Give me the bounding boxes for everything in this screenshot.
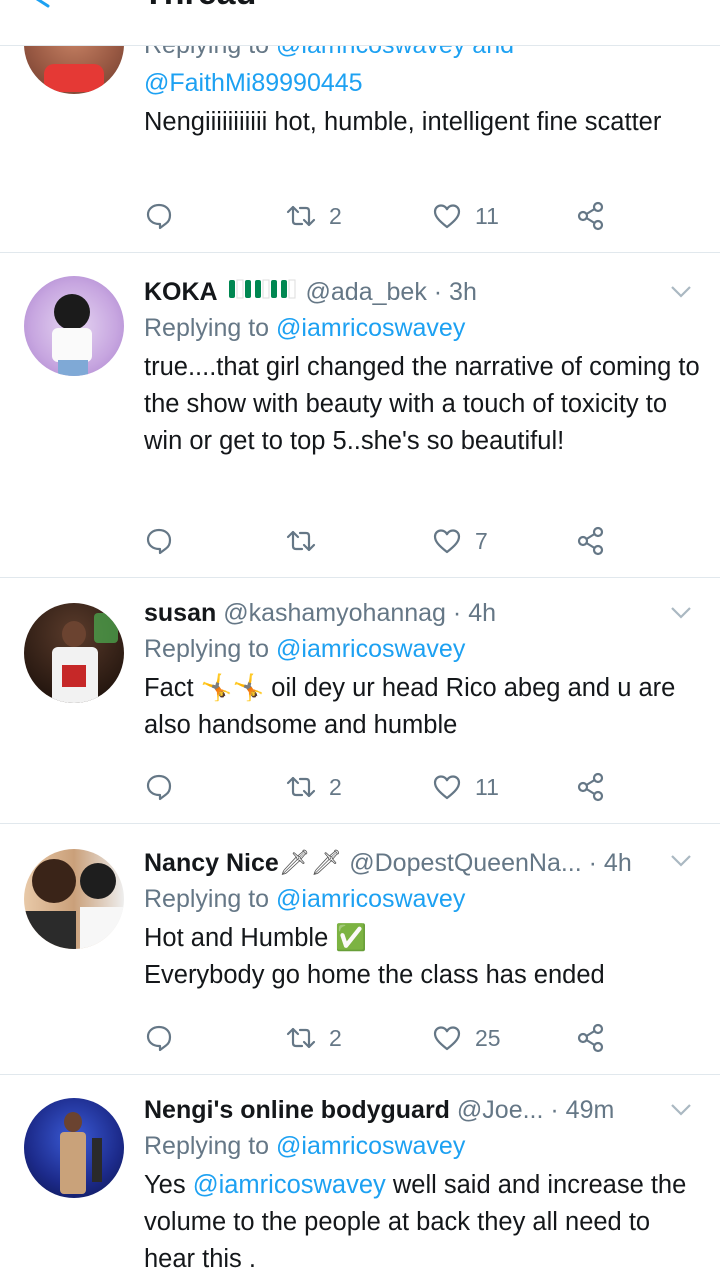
chevron-down-icon[interactable] (670, 285, 692, 299)
tweet-actions: 2 11 (144, 198, 614, 234)
like-icon (433, 529, 461, 554)
tweet-actions: 7 (144, 523, 614, 559)
retweet-button[interactable]: 2 (286, 769, 342, 805)
tweet-actions: 2 11 (144, 769, 614, 805)
replying-to: Replying to @iamricoswavey and (144, 46, 700, 64)
replying-to: Replying to @iamricoswavey (144, 885, 466, 913)
replying-to: Replying to @iamricoswavey (144, 1132, 466, 1160)
user-handle[interactable]: @Joe... (457, 1096, 544, 1124)
retweet-icon (286, 205, 316, 227)
retweet-icon (286, 1027, 316, 1049)
share-button[interactable] (576, 1020, 606, 1056)
chevron-down-icon[interactable] (670, 854, 692, 868)
like-button[interactable]: 25 (432, 1020, 501, 1056)
tweet-text: true....that girl changed the narrative … (144, 353, 700, 455)
tweet-header: KOKA @ada_bek · 3h (144, 275, 700, 309)
tweet[interactable]: Replying to @iamricoswavey and @FaithMi8… (0, 46, 720, 253)
tweet[interactable]: KOKA @ada_bek · 3h Replying to @iamricos… (0, 253, 720, 578)
replying-to: Replying to @iamricoswavey (144, 635, 466, 663)
tweet-text: Hot and Humble ✅ Everybody go home the c… (144, 924, 605, 989)
share-icon (577, 526, 604, 556)
like-count: 7 (475, 527, 488, 554)
tweet-actions: 2 25 (144, 1020, 614, 1056)
reply-icon (146, 774, 172, 801)
tweet-header: Nengi's online bodyguard @Joe... · 49m (144, 1093, 700, 1127)
chevron-down-icon[interactable] (670, 606, 692, 620)
page-title: Thread (143, 0, 256, 13)
share-icon (577, 201, 604, 231)
reply-icon (146, 528, 172, 555)
share-button[interactable] (576, 523, 606, 559)
back-arrow-icon[interactable] (30, 0, 52, 8)
like-button[interactable]: 11 (432, 769, 499, 805)
like-icon (433, 204, 461, 229)
avatar[interactable] (24, 46, 124, 94)
timestamp: · 4h (588, 849, 632, 877)
display-name[interactable]: Nancy Nice (144, 849, 279, 877)
like-count: 11 (475, 773, 499, 800)
reply-button[interactable] (144, 198, 174, 234)
display-name[interactable]: Nengi's online bodyguard (144, 1096, 450, 1124)
mention-link[interactable]: @FaithMi89990445 (144, 69, 363, 97)
dagger-emoji: 🗡🗡 (278, 849, 343, 877)
reply-button[interactable] (144, 523, 174, 559)
share-button[interactable] (576, 769, 606, 805)
replying-to-second: @FaithMi89990445 (144, 64, 700, 102)
tweet-header: susan @kashamyohannag · 4h (144, 596, 700, 630)
replying-to: Replying to @iamricoswavey (144, 314, 466, 342)
user-handle[interactable]: @DopestQueenNa... (349, 849, 581, 877)
chevron-down-icon[interactable] (670, 1103, 692, 1117)
share-button[interactable] (576, 198, 606, 234)
retweet-button[interactable] (286, 523, 329, 559)
mention-link[interactable]: @iamricoswavey and (276, 46, 514, 59)
retweet-icon (286, 776, 316, 798)
tweet[interactable]: Nancy Nice🗡🗡 @DopestQueenNa... · 4h Repl… (0, 824, 720, 1075)
reply-icon (146, 1025, 172, 1052)
retweet-count: 2 (329, 1024, 342, 1051)
cartwheel-emoji: 🤸🤸 (200, 674, 265, 702)
like-icon (433, 1026, 461, 1051)
retweet-count: 2 (329, 773, 342, 800)
timestamp: · 49m (550, 1096, 615, 1124)
tweet[interactable]: susan @kashamyohannag · 4h Replying to @… (0, 578, 720, 824)
reply-button[interactable] (144, 769, 174, 805)
tweet-text: Fact 🤸🤸 oil dey ur head Rico abeg and u … (144, 674, 676, 739)
top-app-bar: Thread (0, 0, 720, 46)
avatar[interactable] (24, 276, 124, 376)
nigeria-flag-emoji (227, 276, 297, 309)
timestamp: · 4h (452, 599, 497, 627)
mention-link[interactable]: @iamricoswavey (276, 314, 465, 342)
user-handle[interactable]: @ada_bek (306, 278, 427, 306)
mention-link[interactable]: @iamricoswavey (276, 635, 465, 663)
reply-icon (146, 203, 172, 230)
avatar[interactable] (24, 1098, 124, 1198)
like-button[interactable]: 11 (432, 198, 499, 234)
like-count: 25 (475, 1024, 501, 1051)
mention-link[interactable]: @iamricoswavey (276, 885, 465, 913)
user-handle[interactable]: @kashamyohannag (223, 599, 446, 627)
like-button[interactable]: 7 (432, 523, 488, 559)
tweet-text: Nengiiiiiiiiiii hot, humble, intelligent… (144, 108, 662, 136)
display-name[interactable]: susan (144, 599, 216, 627)
tweet-text: Yes @iamricoswavey well said and increas… (144, 1171, 687, 1273)
share-icon (577, 1023, 604, 1053)
avatar[interactable] (24, 849, 124, 949)
mention-link[interactable]: @iamricoswavey (193, 1171, 386, 1199)
retweet-count: 2 (329, 202, 342, 229)
tweet-header: Nancy Nice🗡🗡 @DopestQueenNa... · 4h (144, 846, 700, 880)
timestamp: · 3h (433, 278, 477, 306)
avatar[interactable] (24, 603, 124, 703)
tweet[interactable]: Nengi's online bodyguard @Joe... · 49m R… (0, 1075, 720, 1279)
like-icon (433, 775, 461, 800)
share-icon (577, 772, 604, 802)
like-count: 11 (475, 202, 499, 229)
retweet-button[interactable]: 2 (286, 1020, 342, 1056)
retweet-button[interactable]: 2 (286, 198, 342, 234)
reply-button[interactable] (144, 1020, 174, 1056)
display-name[interactable]: KOKA (144, 278, 218, 306)
mention-link[interactable]: @iamricoswavey (276, 1132, 465, 1160)
retweet-icon (286, 530, 316, 552)
